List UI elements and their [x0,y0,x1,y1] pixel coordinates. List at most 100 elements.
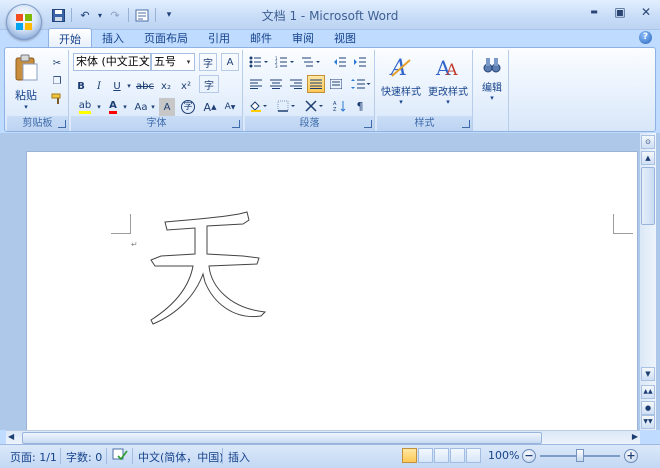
next-page-button[interactable]: ▼▼ [641,415,655,429]
language-indicator[interactable]: 中文(简体，中国) [138,449,224,465]
zoom-out-button[interactable]: − [522,449,536,463]
align-right-button[interactable] [287,75,305,93]
paste-button[interactable]: 粘贴 ▾ [11,54,41,111]
word-count[interactable]: 字数: 0 [66,449,102,465]
browse-object-button[interactable]: ● [641,401,655,415]
superscript-button[interactable]: x² [177,77,195,95]
borders-button[interactable] [275,97,299,115]
character-shading-button[interactable]: A [159,98,175,116]
bold-button[interactable]: B [73,77,89,95]
draft-view-button[interactable] [466,448,481,463]
change-styles-button[interactable]: A A 更改样式 ▾ [425,54,471,112]
sort-button[interactable]: AZ [331,97,349,115]
horizontal-scrollbar[interactable]: ◀ ▶ [6,430,640,445]
increase-indent-button[interactable] [351,53,369,71]
grow-font-button[interactable]: A ▲ [201,98,219,116]
underline-button[interactable]: U [109,77,125,95]
scroll-up-button[interactable]: ▲ [641,151,655,165]
strikethrough-button[interactable]: abc [135,77,155,95]
ribbon-tabs: 开始 插入 页面布局 引用 邮件 审阅 视图 [48,28,366,48]
multilevel-list-button[interactable] [299,53,323,71]
change-styles-dropdown-icon: ▾ [446,98,450,106]
font-launcher-icon[interactable] [232,120,240,128]
justify-button[interactable] [307,75,325,93]
cut-icon[interactable]: ✂ [49,54,65,72]
font-color-button[interactable]: A [105,98,121,116]
margin-corner-top-right [613,214,633,234]
group-label-paragraph: 段落 [245,116,374,131]
zoom-slider-knob[interactable] [576,449,584,462]
font-color-dropdown-icon[interactable]: ▾ [121,98,129,116]
phonetic-guide-button[interactable]: 字 [199,53,217,71]
full-screen-reading-view-button[interactable] [418,448,433,463]
editing-dropdown-icon: ▾ [490,94,494,102]
tab-mailings[interactable]: 邮件 [240,28,282,47]
font-size-dropdown-icon[interactable]: ▾ [184,54,193,70]
help-icon[interactable]: ? [639,31,652,44]
vertical-scrollbar[interactable]: ⊙ ▲ ▼ ▲▲ ● ▼▼ [640,133,656,430]
decrease-indent-button[interactable] [331,53,349,71]
group-clipboard: 粘贴 ▾ ✂ ❐ 剪贴板 [7,50,69,131]
previous-page-button[interactable]: ▲▲ [641,385,655,399]
print-layout-view-button[interactable] [402,448,417,463]
zoom-in-button[interactable]: + [624,449,638,463]
distributed-button[interactable] [327,75,345,93]
font-name-dropdown-icon[interactable]: ▾ [140,54,149,70]
insert-mode-indicator[interactable]: 插入 [228,449,250,465]
line-spacing-button[interactable] [349,75,373,93]
tab-home[interactable]: 开始 [48,28,92,47]
scroll-right-button[interactable]: ▶ [632,432,638,441]
scroll-left-button[interactable]: ◀ [8,432,14,441]
numbering-button[interactable]: 123 [273,53,297,71]
quick-styles-button[interactable]: A 快速样式 ▾ [379,54,423,112]
editing-button[interactable]: 编辑 ▾ [477,54,507,112]
tab-view[interactable]: 视图 [324,28,366,47]
minimize-button[interactable]: ▬ [586,4,602,20]
highlight-button[interactable]: ab [73,98,97,116]
page-count[interactable]: 页面: 1/1 [10,449,57,465]
vertical-scroll-thumb[interactable] [641,167,655,225]
quick-styles-label: 快速样式 [381,87,421,98]
change-case-aa-button[interactable]: Aa [131,98,151,116]
chinese-layout-button[interactable] [303,97,327,115]
scroll-down-button[interactable]: ▼ [641,367,655,381]
maximize-button[interactable]: ▣ [612,4,628,20]
highlight-dropdown-icon[interactable]: ▾ [95,98,103,116]
underline-dropdown-icon[interactable]: ▾ [125,77,133,95]
tab-references[interactable]: 引用 [198,28,240,47]
shading-button[interactable] [247,97,271,115]
group-label-font: 字体 [71,116,242,131]
web-layout-view-button[interactable] [434,448,449,463]
font-name-select[interactable]: 宋体 (中文正文 ▾ [73,53,151,71]
paragraph-launcher-icon[interactable] [364,120,372,128]
align-center-button[interactable] [267,75,285,93]
format-painter-icon[interactable] [49,90,65,108]
show-marks-button[interactable]: ¶ [351,97,369,115]
enclose-characters-button[interactable]: 字 [179,98,197,116]
clear-formatting-button[interactable]: A [221,53,239,71]
change-case-button[interactable]: 字 [199,75,219,93]
close-button[interactable]: ✕ [638,4,654,20]
copy-icon[interactable]: ❐ [49,72,65,90]
change-case-dropdown-icon[interactable]: ▾ [149,98,157,116]
hollow-character-glyph[interactable] [147,210,277,328]
binoculars-icon [483,58,501,73]
zoom-level[interactable]: 100% [488,449,519,462]
ruler-toggle-icon[interactable]: ⊙ [641,135,655,149]
office-button[interactable] [6,4,42,40]
subscript-button[interactable]: x₂ [157,77,175,95]
document-page[interactable]: ↵ [26,151,638,431]
proofing-icon[interactable] [112,448,128,465]
tab-review[interactable]: 审阅 [282,28,324,47]
italic-button[interactable]: I [91,77,107,95]
outline-view-button[interactable] [450,448,465,463]
font-size-select[interactable]: 五号 ▾ [151,53,195,71]
styles-launcher-icon[interactable] [462,120,470,128]
shrink-font-button[interactable]: A ▼ [221,98,239,116]
bullets-button[interactable] [247,53,271,71]
horizontal-scroll-thumb[interactable] [22,432,542,444]
tab-page-layout[interactable]: 页面布局 [134,28,198,47]
align-left-button[interactable] [247,75,265,93]
tab-insert[interactable]: 插入 [92,28,134,47]
clipboard-launcher-icon[interactable] [58,120,66,128]
